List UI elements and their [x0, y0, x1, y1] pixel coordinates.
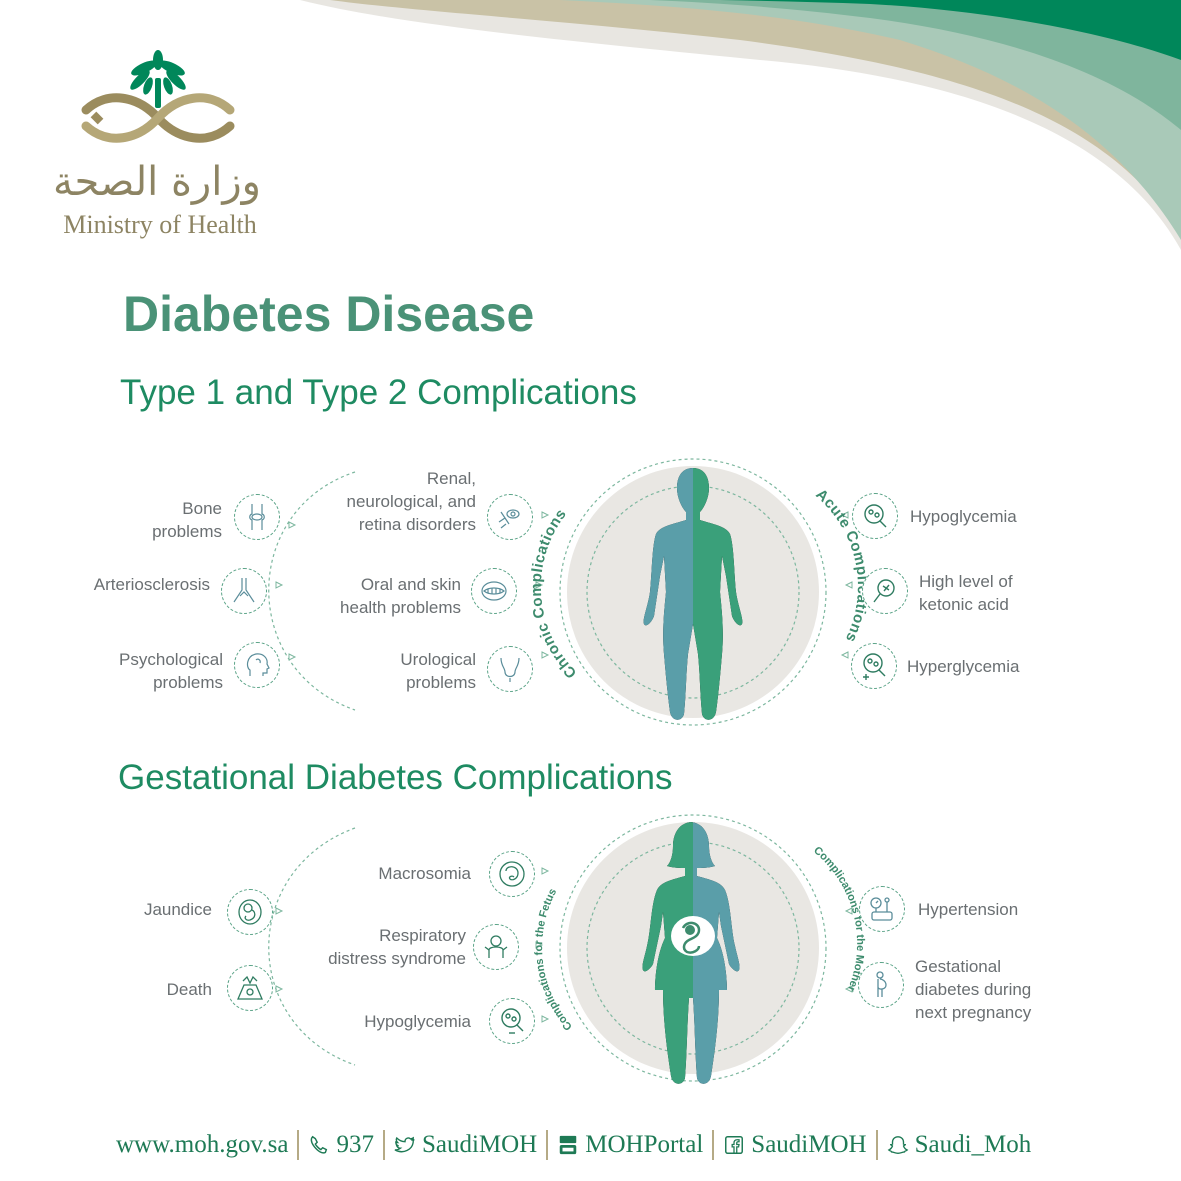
ministry-name-english: Ministry of Health	[63, 210, 257, 239]
twitter-icon	[394, 1136, 415, 1153]
infant-icon	[473, 924, 519, 970]
footer-youtube[interactable]: MOHPortal	[585, 1131, 703, 1159]
label-bone-problems: Bone problems	[152, 499, 222, 541]
svg-text:Complications for the Mother: Complications for the Mother	[811, 844, 866, 993]
bladder-icon	[487, 646, 533, 692]
page-title: Diabetes Disease	[123, 286, 535, 342]
baby-head-icon	[489, 851, 535, 897]
glucose-high-icon	[851, 643, 897, 689]
pregnant-icon	[858, 962, 904, 1008]
bone-joint-icon	[234, 494, 280, 540]
label-ketonic-acid: High level of ketonic acid	[919, 572, 1013, 614]
ultrasound-icon	[227, 965, 273, 1011]
glucose-low-icon-2	[489, 998, 535, 1044]
section2-heading: Gestational Diabetes Complications	[118, 758, 673, 797]
glucose-low-icon	[852, 493, 898, 539]
label-psychological-problems: Psychological problems	[119, 650, 223, 692]
label-hypertension: Hypertension	[918, 900, 1019, 919]
footer-phone[interactable]: 937	[336, 1131, 374, 1159]
label-urological: Urological problems	[400, 650, 476, 692]
label-jaundice: Jaundice	[143, 900, 212, 919]
label-arteriosclerosis: Arteriosclerosis	[93, 575, 210, 594]
blood-pressure-icon	[859, 886, 905, 932]
section1-heading: Type 1 and Type 2 Complications	[120, 373, 637, 412]
label-respiratory-distress: Respiratory distress syndrome	[328, 926, 466, 968]
label-hypoglycemia-2: Hypoglycemia	[364, 1012, 471, 1031]
artery-icon	[221, 568, 267, 614]
footer-snapchat[interactable]: Saudi_Moh	[915, 1131, 1032, 1159]
label-macrosomia: Macrosomia	[378, 864, 471, 883]
neuron-icon	[487, 494, 533, 540]
ministry-name-arabic: وزارة الصحة	[53, 159, 261, 205]
mouth-icon	[471, 568, 517, 614]
snapchat-icon	[887, 1136, 908, 1154]
label-hypoglycemia-1: Hypoglycemia	[910, 507, 1017, 526]
footer-website[interactable]: www.moh.gov.sa	[116, 1131, 288, 1159]
mother-complications-label: Complications for the Mother	[811, 844, 866, 993]
label-hyperglycemia: Hyperglycemia	[907, 657, 1020, 676]
label-oral-skin: Oral and skin health problems	[340, 575, 461, 617]
footer-facebook[interactable]: SaudiMOH	[751, 1131, 866, 1159]
label-death: Death	[166, 980, 212, 999]
label-gestational-next-pregnancy: Gestational diabetes during next pregnan…	[915, 957, 1032, 1022]
facebook-icon	[725, 1136, 744, 1154]
head-icon	[234, 642, 280, 688]
phone-icon	[311, 1135, 328, 1154]
footer-twitter[interactable]: SaudiMOH	[422, 1131, 537, 1159]
youtube-icon	[559, 1135, 577, 1155]
ministry-logo-emblem	[81, 50, 235, 143]
magnifier-icon	[862, 568, 908, 614]
fetus-icon	[227, 889, 273, 935]
section2-diagram: Complications for the Fetus Complication…	[268, 814, 866, 1084]
label-renal-neuro-retina: Renal, neurological, and retina disorder…	[346, 469, 476, 534]
footer-contacts: www.moh.gov.sa 937 SaudiMOH MOHPortal Sa…	[116, 1130, 1040, 1160]
